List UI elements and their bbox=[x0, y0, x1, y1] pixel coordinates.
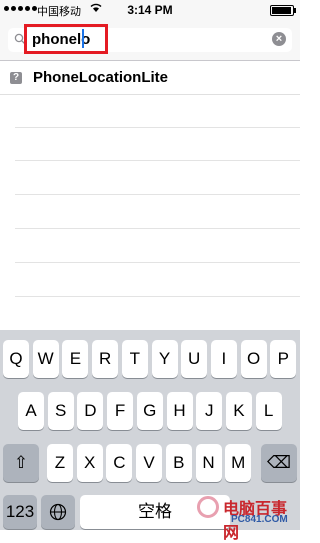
key-o[interactable]: O bbox=[240, 340, 267, 378]
key-f-label: F bbox=[114, 401, 126, 420]
list-divider bbox=[15, 160, 300, 161]
text-caret bbox=[82, 29, 84, 48]
shift-key-label: ⇧ bbox=[13, 453, 29, 472]
key-j[interactable]: J bbox=[196, 392, 223, 430]
key-b-label: B bbox=[173, 453, 185, 472]
key-n[interactable]: N bbox=[195, 444, 222, 482]
key-h-label: H bbox=[173, 401, 186, 420]
shift-key[interactable]: ⇧ bbox=[3, 444, 39, 482]
key-c[interactable]: C bbox=[106, 444, 133, 482]
watermark-sub: PC841.COM bbox=[231, 514, 288, 525]
clear-icon[interactable]: × bbox=[272, 32, 286, 46]
search-result-label: PhoneLocationLite bbox=[33, 69, 168, 86]
list-divider bbox=[15, 194, 300, 195]
question-mark-icon: ? bbox=[10, 72, 22, 84]
numbers-key-label: 123 bbox=[5, 502, 35, 521]
key-h[interactable]: H bbox=[166, 392, 193, 430]
key-i[interactable]: I bbox=[210, 340, 237, 378]
key-v-label: V bbox=[143, 453, 155, 472]
key-e-label: E bbox=[69, 349, 82, 368]
key-s-label: S bbox=[55, 401, 67, 420]
key-p-label: P bbox=[277, 349, 289, 368]
list-divider bbox=[15, 127, 300, 128]
status-time: 3:14 PM bbox=[127, 3, 173, 17]
key-y-label: Y bbox=[158, 349, 171, 368]
key-b[interactable]: B bbox=[165, 444, 192, 482]
key-a[interactable]: A bbox=[18, 392, 44, 430]
key-q[interactable]: Q bbox=[3, 340, 29, 378]
key-x[interactable]: X bbox=[76, 444, 103, 482]
key-d[interactable]: D bbox=[77, 392, 104, 430]
key-y[interactable]: Y bbox=[151, 340, 178, 378]
watermark: 电脑百事网 PC841.COM bbox=[195, 492, 300, 542]
key-g-label: G bbox=[143, 401, 157, 420]
key-g[interactable]: G bbox=[136, 392, 163, 430]
key-v[interactable]: V bbox=[136, 444, 163, 482]
key-d-label: D bbox=[84, 401, 97, 420]
key-q-label: Q bbox=[9, 349, 23, 368]
key-u[interactable]: U bbox=[181, 340, 208, 378]
globe-key[interactable] bbox=[41, 495, 75, 529]
battery-icon bbox=[270, 5, 296, 16]
key-z[interactable]: Z bbox=[47, 444, 73, 482]
delete-key[interactable]: ⌫ bbox=[261, 444, 297, 482]
key-t-label: T bbox=[129, 349, 140, 368]
key-n-label: N bbox=[202, 453, 215, 472]
key-m[interactable]: M bbox=[225, 444, 252, 482]
key-p[interactable]: P bbox=[270, 340, 297, 378]
key-l-label: L bbox=[263, 401, 274, 420]
key-j-label: J bbox=[204, 401, 214, 420]
delete-key-label: ⌫ bbox=[266, 453, 292, 472]
key-a-label: A bbox=[25, 401, 37, 420]
key-c-label: C bbox=[113, 453, 126, 472]
list-divider bbox=[15, 228, 300, 229]
watermark-logo-icon bbox=[197, 496, 219, 518]
key-r[interactable]: R bbox=[92, 340, 119, 378]
key-l[interactable]: L bbox=[255, 392, 282, 430]
search-result-row[interactable]: ? PhoneLocationLite bbox=[0, 62, 300, 95]
status-bar: 中国移动 3:14 PM bbox=[0, 0, 300, 20]
key-e[interactable]: E bbox=[62, 340, 89, 378]
list-divider bbox=[15, 296, 300, 297]
key-r-label: R bbox=[98, 349, 112, 368]
globe-icon bbox=[49, 503, 67, 521]
key-i-label: I bbox=[221, 349, 227, 368]
key-w-label: W bbox=[37, 349, 54, 368]
key-k[interactable]: K bbox=[225, 392, 252, 430]
key-s[interactable]: S bbox=[47, 392, 74, 430]
key-u-label: U bbox=[188, 349, 201, 368]
numbers-key[interactable]: 123 bbox=[3, 495, 37, 529]
key-f[interactable]: F bbox=[107, 392, 134, 430]
key-m-label: M bbox=[231, 453, 246, 472]
key-t[interactable]: T bbox=[121, 340, 148, 378]
list-divider bbox=[15, 262, 300, 263]
key-w[interactable]: W bbox=[32, 340, 59, 378]
key-k-label: K bbox=[233, 401, 245, 420]
key-x-label: X bbox=[84, 453, 96, 472]
key-o-label: O bbox=[246, 349, 261, 368]
key-z-label: Z bbox=[54, 453, 66, 472]
